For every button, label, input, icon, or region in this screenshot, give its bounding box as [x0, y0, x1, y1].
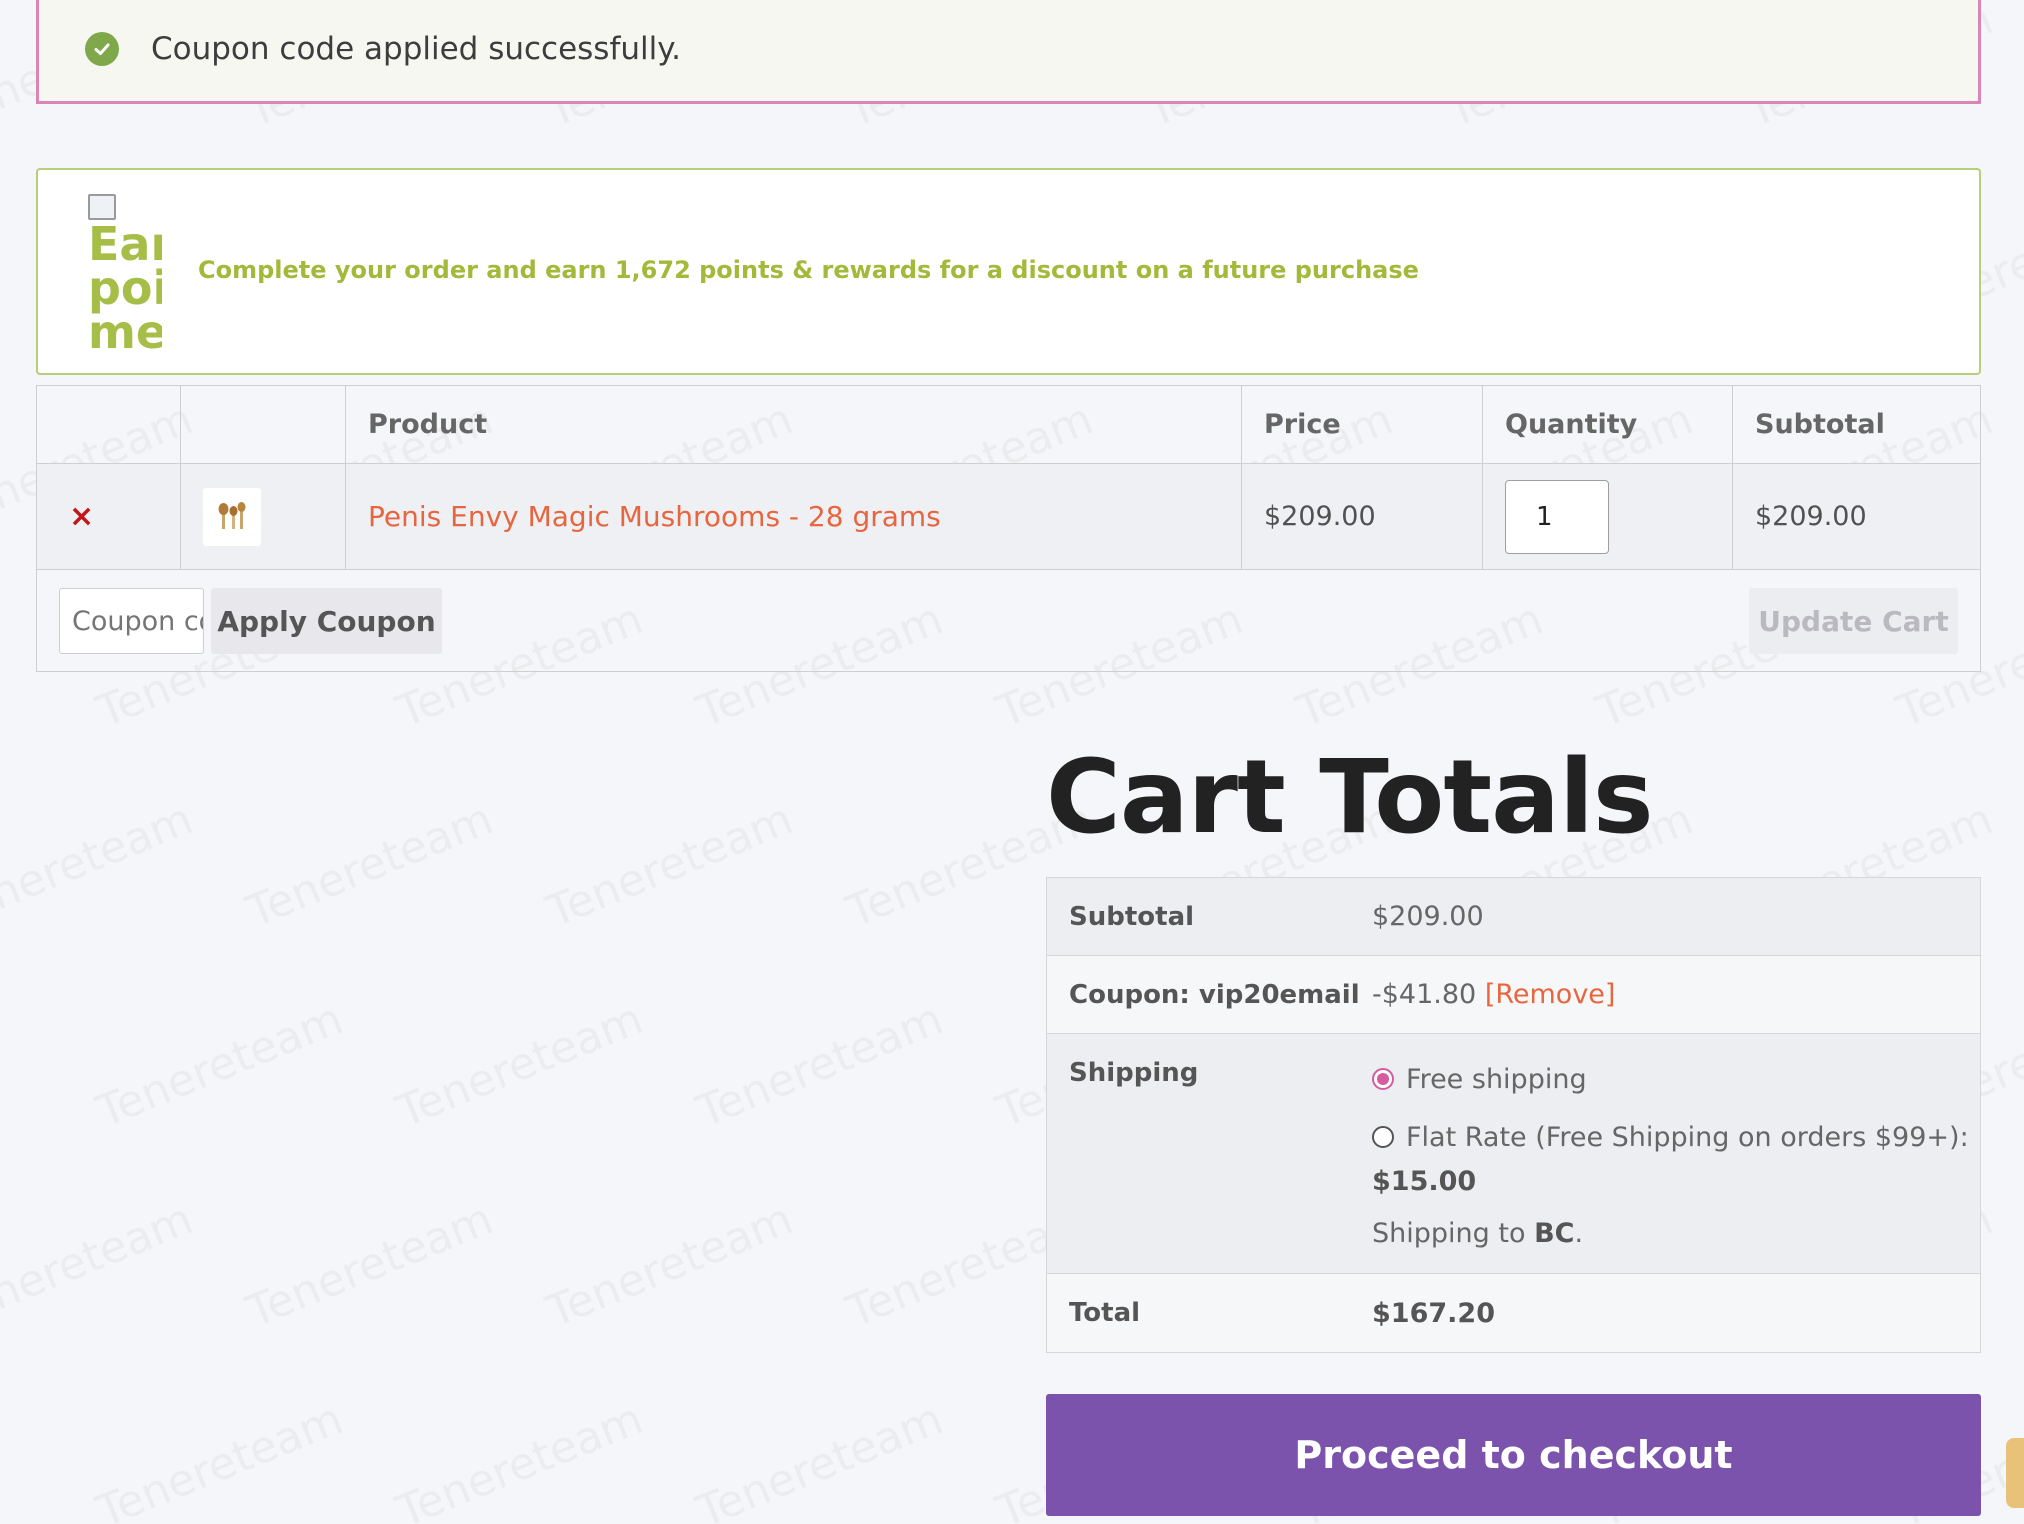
subtotal-value: $209.00	[1372, 901, 1484, 932]
watermark-text: Tenereteam	[239, 1193, 500, 1338]
subtotal-label: Subtotal	[1069, 901, 1195, 932]
header-quantity: Quantity	[1483, 386, 1733, 463]
coupon-label: Coupon: vip20email	[1069, 979, 1360, 1010]
thumbnail-cell	[181, 464, 346, 569]
watermark-text: Tenereteam	[0, 793, 200, 938]
shipping-region: BC	[1534, 1218, 1575, 1249]
update-cart-button[interactable]: Update Cart	[1749, 588, 1958, 654]
quantity-input[interactable]	[1505, 479, 1609, 554]
points-banner: Earn points message Complete your order …	[36, 168, 1981, 375]
total-row: Total $167.20	[1047, 1274, 1980, 1352]
shipping-option-free[interactable]: Free shipping	[1372, 1058, 1980, 1102]
header-product: Product	[346, 386, 1242, 463]
side-widget-tab[interactable]	[2006, 1438, 2024, 1508]
header-remove	[37, 386, 181, 463]
points-message: Complete your order and earn 1,672 point…	[198, 256, 1419, 284]
header-subtotal: Subtotal	[1755, 409, 1885, 440]
quantity-cell	[1483, 464, 1733, 569]
product-link[interactable]: Penis Envy Magic Mushrooms - 28 grams	[368, 500, 941, 533]
subtotal-cell: $209.00	[1755, 501, 1867, 532]
coupon-value-cell: -$41.80 [Remove]	[1372, 979, 1980, 1010]
free-shipping-label: Free shipping	[1406, 1064, 1587, 1095]
radio-free-shipping[interactable]	[1372, 1068, 1394, 1090]
watermark-text: Tenereteam	[539, 793, 800, 938]
proceed-to-checkout-button[interactable]: Proceed to checkout	[1046, 1394, 1981, 1516]
cart-table: Product Price Quantity Subtotal × Penis …	[36, 385, 1981, 672]
cart-actions: Apply Coupon Update Cart	[37, 571, 1980, 672]
watermark-text: Tenereteam	[239, 793, 500, 938]
shipping-label: Shipping	[1069, 1058, 1199, 1088]
cart-totals-table: Subtotal $209.00 Coupon: vip20email -$41…	[1046, 877, 1981, 1353]
points-image: Earn points message	[88, 194, 162, 354]
watermark-text: Tenereteam	[539, 1193, 800, 1338]
total-label: Total	[1069, 1298, 1141, 1328]
watermark-text: Tenereteam	[89, 1393, 350, 1524]
header-thumbnail	[181, 386, 346, 463]
header-price: Price	[1242, 386, 1483, 463]
shipping-row: Shipping Free shipping Flat Rate (Free S…	[1047, 1034, 1980, 1274]
remove-item-icon[interactable]: ×	[59, 499, 94, 534]
product-cell: Penis Envy Magic Mushrooms - 28 grams	[346, 464, 1242, 569]
watermark-text: Tenereteam	[0, 1193, 200, 1338]
watermark-text: Tenereteam	[689, 1393, 950, 1524]
shipping-to-prefix: Shipping to	[1372, 1218, 1526, 1249]
product-thumbnail[interactable]	[203, 487, 261, 546]
mushroom-icon	[218, 501, 246, 529]
shipping-options: Free shipping Flat Rate (Free Shipping o…	[1372, 1058, 1980, 1273]
notice-message: Coupon code applied successfully.	[151, 30, 682, 67]
flat-rate-label: Flat Rate (Free Shipping on orders $99+)…	[1406, 1122, 1969, 1153]
remove-coupon-link[interactable]: [Remove]	[1485, 979, 1616, 1010]
table-header: Product Price Quantity Subtotal	[37, 386, 1980, 464]
shipping-period: .	[1574, 1218, 1584, 1249]
points-image-alt: Earn points message	[88, 217, 162, 354]
shipping-option-flat[interactable]: Flat Rate (Free Shipping on orders $99+)…	[1372, 1116, 1980, 1160]
table-row: × Penis Envy Magic Mushrooms - 28 grams …	[37, 464, 1980, 570]
remove-cell: ×	[37, 464, 181, 569]
subtotal-row: Subtotal $209.00	[1047, 878, 1980, 956]
cart-totals-title: Cart Totals	[1046, 738, 1654, 857]
price-cell: $209.00	[1242, 464, 1483, 569]
radio-flat-rate[interactable]	[1372, 1126, 1394, 1148]
success-notice: Coupon code applied successfully.	[36, 0, 1981, 104]
watermark-text: Tenereteam	[389, 1393, 650, 1524]
shipping-destination: Shipping to BC.	[1372, 1212, 1980, 1256]
watermark-text: Tenereteam	[89, 993, 350, 1138]
check-circle-icon	[85, 31, 119, 66]
total-value: $167.20	[1372, 1297, 1495, 1329]
coupon-row: Coupon: vip20email -$41.80 [Remove]	[1047, 956, 1980, 1034]
apply-coupon-button[interactable]: Apply Coupon	[211, 588, 442, 654]
watermark-text: Tenereteam	[389, 993, 650, 1138]
coupon-discount: -$41.80	[1372, 979, 1477, 1010]
coupon-input[interactable]	[59, 588, 204, 654]
flat-rate-price: $15.00	[1372, 1166, 1477, 1197]
watermark-text: Tenereteam	[689, 993, 950, 1138]
